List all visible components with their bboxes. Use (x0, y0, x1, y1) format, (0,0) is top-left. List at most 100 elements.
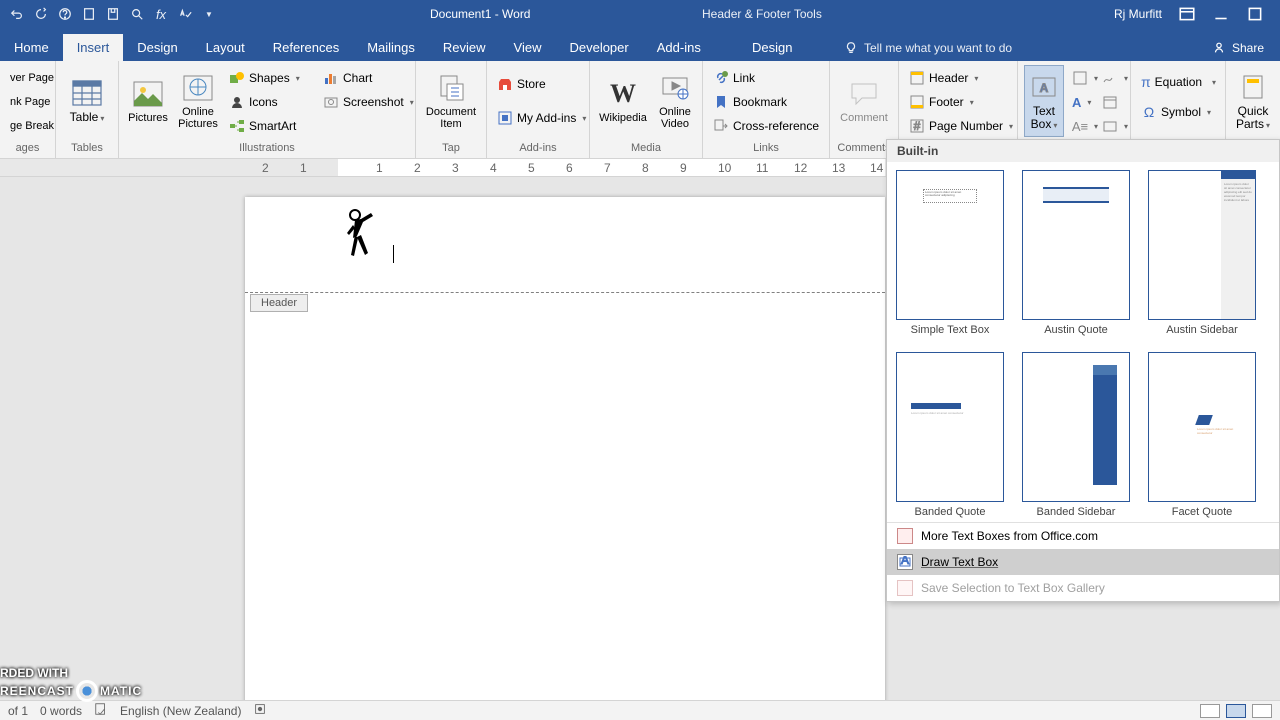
draw-icon: A (897, 554, 913, 570)
footer-button[interactable]: Footer▾ (905, 91, 1011, 113)
tab-developer[interactable]: Developer (555, 34, 642, 61)
gallery-item-facet-quote[interactable]: Lorem ipsum dolor sit amet consectetur F… (1147, 352, 1257, 518)
search-icon[interactable] (128, 5, 146, 23)
qat-more-icon[interactable]: ▼ (200, 5, 218, 23)
footer-icon (909, 94, 925, 110)
redo-icon[interactable] (32, 5, 50, 23)
gallery-item-banded-sidebar[interactable]: Banded Sidebar (1021, 352, 1131, 518)
date-mini[interactable] (1098, 91, 1124, 113)
undo-icon[interactable] (8, 5, 26, 23)
tab-references[interactable]: References (259, 34, 353, 61)
links-group-label: Links (709, 140, 823, 156)
tables-group-label: Tables (62, 140, 112, 156)
draw-textbox-item[interactable]: ADraw Text Box (887, 549, 1279, 575)
gallery-item-banded-quote[interactable]: Lorem ipsum dolor sit amet consectetur B… (895, 352, 1005, 518)
document-title: Document1 - Word (430, 7, 530, 21)
tab-mailings[interactable]: Mailings (353, 34, 429, 61)
user-name[interactable]: Rj Murfitt (1114, 7, 1162, 21)
spellcheck-icon[interactable] (176, 5, 194, 23)
maximize-icon[interactable] (1246, 5, 1264, 23)
header-region-tag: Header (250, 294, 308, 312)
tab-layout[interactable]: Layout (192, 34, 259, 61)
icons-icon (229, 94, 245, 110)
gallery-item-simple[interactable]: Lorem ipsum dolor sit amet consectetur a… (895, 170, 1005, 336)
dropcap-mini[interactable]: A≡▾ (1068, 115, 1094, 137)
bookmark-button[interactable]: Bookmark (709, 91, 823, 113)
quickparts-button[interactable]: Quick Parts▾ (1232, 65, 1274, 137)
wikipedia-button[interactable]: W Wikipedia (596, 65, 650, 137)
tab-addins[interactable]: Add-ins (643, 34, 715, 61)
pictures-icon (133, 78, 163, 110)
macro-icon[interactable] (253, 702, 267, 719)
blank-page-button[interactable]: nk Page (6, 91, 58, 113)
tab-hf-design[interactable]: Design (738, 34, 806, 61)
new-icon[interactable] (80, 5, 98, 23)
tab-insert[interactable]: Insert (63, 34, 124, 61)
help-icon[interactable] (56, 5, 74, 23)
share-label: Share (1232, 41, 1264, 55)
gallery-section-header: Built-in (887, 140, 1279, 162)
web-layout-button[interactable] (1252, 704, 1272, 718)
smartart-button[interactable]: SmartArt (225, 115, 315, 137)
tap-group-label: Tap (422, 140, 480, 156)
tab-design[interactable]: Design (123, 34, 191, 61)
watermark: RDED WITH REENCASTMATIC (0, 666, 142, 702)
tell-me-label: Tell me what you want to do (864, 41, 1012, 55)
header-button[interactable]: Header▾ (905, 67, 1011, 89)
textbox-button[interactable]: A Text Box▾ (1024, 65, 1064, 137)
symbol-button[interactable]: ΩSymbol▾ (1137, 101, 1219, 123)
fx-icon[interactable]: fx (152, 5, 170, 23)
minimize-icon[interactable] (1212, 5, 1230, 23)
textbox-icon: A (1031, 71, 1057, 103)
table-button[interactable]: Table▾ (62, 65, 112, 137)
gallery-item-austin-sidebar[interactable]: Lorem ipsum dolor sit amet consectetur a… (1147, 170, 1257, 336)
more-textboxes-item[interactable]: More Text Boxes from Office.com (887, 523, 1279, 549)
chart-button[interactable]: Chart (319, 67, 409, 89)
header-icon (909, 70, 925, 86)
crossref-button[interactable]: Cross-reference (709, 115, 823, 137)
share-button[interactable]: Share (1206, 35, 1270, 61)
equation-icon: π (1141, 74, 1151, 90)
ribbon-options-icon[interactable] (1178, 5, 1196, 23)
office-icon (897, 528, 913, 544)
word-count[interactable]: 0 words (40, 704, 82, 718)
online-pictures-icon (183, 72, 213, 104)
chart-icon (323, 70, 339, 86)
document-item-button[interactable]: Document Item (422, 65, 480, 137)
screenshot-button[interactable]: Screenshot▾ (319, 91, 409, 113)
store-button[interactable]: Store (493, 73, 583, 95)
proofing-icon[interactable] (94, 702, 108, 719)
tell-me-search[interactable]: Tell me what you want to do (838, 35, 1018, 61)
tab-review[interactable]: Review (429, 34, 500, 61)
shapes-button[interactable]: Shapes▾ (225, 67, 315, 89)
wordart-mini[interactable]: A▾ (1068, 91, 1094, 113)
tab-home[interactable]: Home (0, 34, 63, 61)
pictures-button[interactable]: Pictures (125, 65, 171, 137)
addins-icon (497, 110, 513, 126)
page-number-button[interactable]: #Page Number▾ (905, 115, 1011, 137)
quickparts-mini[interactable]: ▾ (1068, 67, 1094, 89)
sig-mini[interactable]: ▾ (1098, 67, 1124, 89)
online-video-button[interactable]: Online Video (654, 65, 696, 137)
page-break-button[interactable]: ge Break (6, 115, 58, 137)
cover-page-button[interactable]: ver Page (6, 67, 58, 89)
pagenum-icon: # (909, 118, 925, 134)
my-addins-button[interactable]: My Add-ins▾ (493, 107, 583, 129)
tab-view[interactable]: View (500, 34, 556, 61)
icons-button[interactable]: Icons (225, 91, 315, 113)
print-layout-button[interactable] (1226, 704, 1246, 718)
page[interactable]: Header (245, 197, 885, 700)
equation-button[interactable]: πEquation▾ (1137, 71, 1219, 93)
header-clipart[interactable] (341, 207, 381, 277)
illustrations-group-label: Illustrations (125, 140, 409, 156)
save-icon[interactable] (104, 5, 122, 23)
page-indicator[interactable]: of 1 (8, 704, 28, 718)
online-pictures-button[interactable]: Online Pictures (175, 65, 221, 137)
svg-text:A: A (1040, 81, 1049, 95)
language-indicator[interactable]: English (New Zealand) (120, 704, 241, 718)
link-button[interactable]: Link (709, 67, 823, 89)
object-mini[interactable]: ▾ (1098, 115, 1124, 137)
screenshot-icon (323, 94, 339, 110)
gallery-item-austin-quote[interactable]: Austin Quote (1021, 170, 1131, 336)
read-mode-button[interactable] (1200, 704, 1220, 718)
